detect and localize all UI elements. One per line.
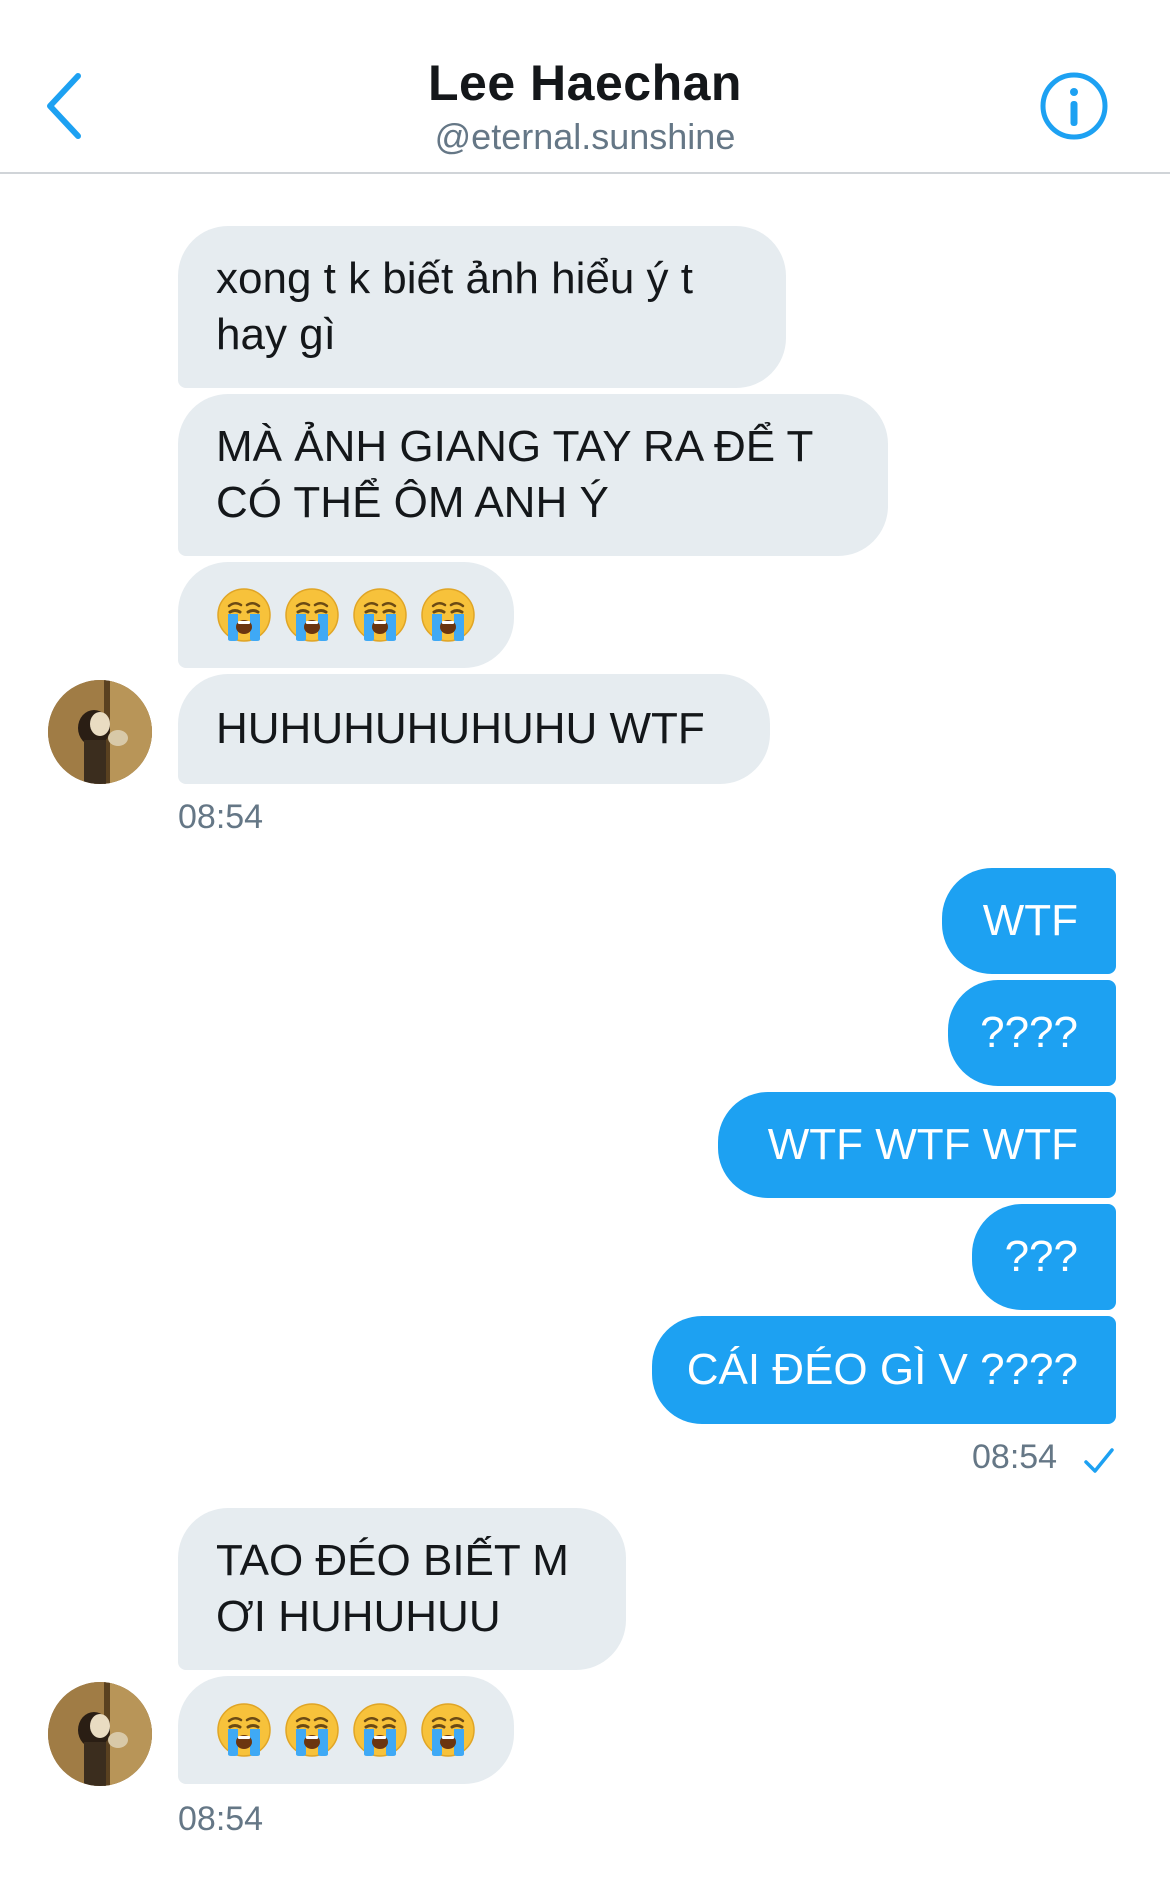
incoming-message[interactable]: xong t k biết ảnh hiểu ý t hay gì — [178, 226, 786, 388]
loudly-crying-face-emoji — [216, 587, 272, 643]
avatar-image — [48, 1682, 152, 1786]
info-circle-icon — [1040, 72, 1108, 140]
outgoing-message[interactable]: WTF WTF WTF — [718, 1092, 1116, 1198]
loudly-crying-face-emoji — [284, 1702, 340, 1758]
message-text: MÀ ẢNH GIANG TAY RA ĐỂ T CÓ THỂ ÔM ANH Ý — [216, 422, 814, 527]
message-text: xong t k biết ảnh hiểu ý t hay gì — [216, 254, 693, 359]
message-timestamp: 08:54 — [178, 798, 264, 836]
info-button[interactable] — [1038, 70, 1110, 142]
message-text: WTF WTF WTF — [767, 1120, 1078, 1169]
incoming-message[interactable]: TAO ĐÉO BIẾT M ƠI HUHUHUU — [178, 1508, 626, 1670]
emoji-row — [216, 587, 476, 643]
incoming-message[interactable]: MÀ ẢNH GIANG TAY RA ĐỂ T CÓ THỂ ÔM ANH Ý — [178, 394, 888, 556]
message-text: ??? — [1004, 1232, 1078, 1281]
message-text: WTF — [982, 896, 1078, 945]
incoming-emoji-message[interactable] — [178, 1676, 514, 1784]
loudly-crying-face-emoji — [284, 587, 340, 643]
incoming-message[interactable]: HUHUHUHUHUHU WTF — [178, 674, 770, 784]
outgoing-message[interactable]: ??? — [972, 1204, 1116, 1310]
loudly-crying-face-emoji — [420, 1702, 476, 1758]
outgoing-message[interactable]: ???? — [948, 980, 1116, 1086]
loudly-crying-face-emoji — [352, 587, 408, 643]
contact-handle: @eternal.sunshine — [434, 116, 736, 157]
avatar[interactable] — [48, 1682, 152, 1786]
loudly-crying-face-emoji — [216, 1702, 272, 1758]
message-timestamp: 08:54 — [178, 1800, 264, 1838]
conversation-header: Lee Haechan @eternal.sunshine — [0, 0, 1170, 174]
incoming-emoji-message[interactable] — [178, 562, 514, 668]
loudly-crying-face-emoji — [420, 587, 476, 643]
message-timestamp: 08:54 — [972, 1438, 1058, 1476]
outgoing-message[interactable]: CÁI ĐÉO GÌ V ???? — [652, 1316, 1116, 1424]
avatar[interactable] — [48, 680, 152, 784]
loudly-crying-face-emoji — [352, 1702, 408, 1758]
message-text: CÁI ĐÉO GÌ V ???? — [686, 1345, 1078, 1394]
message-text: TAO ĐÉO BIẾT M ƠI HUHUHUU — [216, 1536, 569, 1641]
message-text: ???? — [980, 1008, 1078, 1057]
message-text: HUHUHUHUHUHU WTF — [216, 704, 705, 753]
outgoing-message[interactable]: WTF — [942, 868, 1116, 974]
avatar-image — [48, 680, 152, 784]
contact-name: Lee Haechan — [428, 55, 742, 111]
emoji-row — [216, 1702, 476, 1758]
checkmark-icon — [1084, 1448, 1114, 1473]
